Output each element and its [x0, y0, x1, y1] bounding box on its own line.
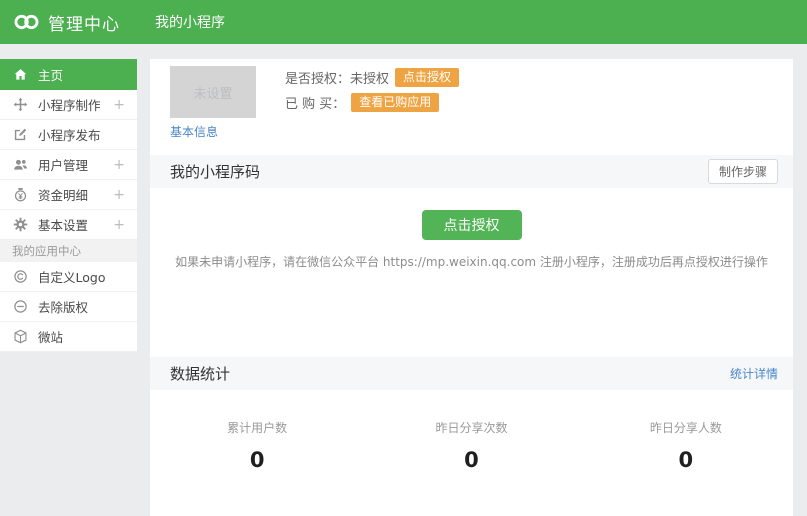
stat-label: 昨日分享次数 — [364, 419, 578, 436]
sidebar-item-label: 小程序发布 — [38, 125, 101, 144]
stat-total-users: 累计用户数 0 — [150, 419, 364, 472]
sidebar-section-app-center: 我的应用中心 — [0, 240, 137, 262]
auth-lines: 是否授权：未授权 点击授权 已 购 买： 查看已购应用 — [285, 68, 459, 112]
purchased-line: 已 购 买： 查看已购应用 — [285, 93, 459, 112]
money-icon — [12, 187, 28, 203]
qrcode-section-title: 我的小程序码 — [170, 161, 260, 182]
stats-row: 累计用户数 0 昨日分享次数 0 昨日分享人数 0 — [150, 390, 793, 472]
stats-section-header: 数据统计 统计详情 — [150, 357, 793, 390]
auth-status-line: 是否授权：未授权 点击授权 — [285, 68, 459, 87]
brand-logo-icon — [13, 13, 40, 31]
stat-yesterday-sharers: 昨日分享人数 0 — [579, 419, 793, 472]
edit-icon — [12, 127, 28, 143]
sidebar-item-label: 主页 — [38, 65, 63, 84]
stat-value: 0 — [364, 448, 578, 472]
topbar-nav-my-miniprogram[interactable]: 我的小程序 — [155, 12, 225, 32]
qrcode-section-header: 我的小程序码 制作步骤 — [150, 155, 793, 188]
cube-icon — [12, 329, 28, 345]
home-icon — [12, 67, 28, 83]
basic-info-link[interactable]: 基本信息 — [170, 123, 218, 140]
stat-value: 0 — [150, 448, 364, 472]
gear-icon — [12, 217, 28, 233]
purchased-label: 已 购 买： — [285, 93, 345, 112]
sidebar-item-funds-detail[interactable]: 资金明细 + — [0, 180, 137, 210]
sidebar-item-user-management[interactable]: 用户管理 + — [0, 150, 137, 180]
profile-strip: 未设置 基本信息 是否授权：未授权 点击授权 已 购 买： 查看已购应用 — [150, 59, 793, 155]
sidebar-item-label: 用户管理 — [38, 155, 88, 174]
sidebar-item-label: 自定义Logo — [38, 267, 105, 286]
brand: 管理中心 — [0, 10, 155, 35]
sidebar: 主页 小程序制作 + 小程序发布 用户管理 + 资金明细 + 基本设置 + — [0, 59, 137, 352]
authorize-button[interactable]: 点击授权 — [422, 210, 522, 240]
making-steps-button[interactable]: 制作步骤 — [708, 159, 778, 184]
sidebar-item-home[interactable]: 主页 — [0, 59, 137, 90]
sidebar-item-remove-copyright[interactable]: 去除版权 — [0, 292, 137, 322]
stat-label: 昨日分享人数 — [579, 419, 793, 436]
sidebar-item-basic-settings[interactable]: 基本设置 + — [0, 210, 137, 240]
expand-plus-icon: + — [113, 188, 125, 202]
sidebar-item-label: 去除版权 — [38, 297, 88, 316]
sidebar-item-miniprogram-publish[interactable]: 小程序发布 — [0, 120, 137, 150]
main-content: 未设置 基本信息 是否授权：未授权 点击授权 已 购 买： 查看已购应用 我的小… — [150, 59, 793, 516]
circle-minus-icon — [12, 299, 28, 315]
expand-plus-icon: + — [113, 218, 125, 232]
avatar-placeholder: 未设置 — [170, 66, 256, 118]
sidebar-item-label: 资金明细 — [38, 185, 88, 204]
move-icon — [12, 97, 28, 113]
sidebar-item-custom-logo[interactable]: 自定义Logo — [0, 262, 137, 292]
stats-section-title: 数据统计 — [170, 363, 230, 384]
expand-plus-icon: + — [113, 98, 125, 112]
sidebar-item-label: 小程序制作 — [38, 95, 101, 114]
sidebar-item-label: 微站 — [38, 327, 63, 346]
sidebar-item-label: 基本设置 — [38, 215, 88, 234]
qrcode-section-body: 点击授权 如果未申请小程序，请在微信公众平台 https://mp.weixin… — [150, 188, 793, 357]
copyright-icon — [12, 269, 28, 285]
stat-value: 0 — [579, 448, 793, 472]
stat-label: 累计用户数 — [150, 419, 364, 436]
view-purchased-apps-button[interactable]: 查看已购应用 — [351, 93, 439, 112]
stats-details-link[interactable]: 统计详情 — [730, 365, 778, 382]
users-icon — [12, 157, 28, 173]
sidebar-item-miniprogram-create[interactable]: 小程序制作 + — [0, 90, 137, 120]
topbar: 管理中心 我的小程序 — [0, 0, 807, 44]
sidebar-item-micro-site[interactable]: 微站 — [0, 322, 137, 352]
click-authorize-button[interactable]: 点击授权 — [395, 68, 459, 87]
brand-title: 管理中心 — [48, 10, 120, 35]
authorize-hint-text: 如果未申请小程序，请在微信公众平台 https://mp.weixin.qq.c… — [150, 253, 793, 270]
expand-plus-icon: + — [113, 158, 125, 172]
auth-status-label: 是否授权：未授权 — [285, 68, 389, 87]
stat-yesterday-shares: 昨日分享次数 0 — [364, 419, 578, 472]
